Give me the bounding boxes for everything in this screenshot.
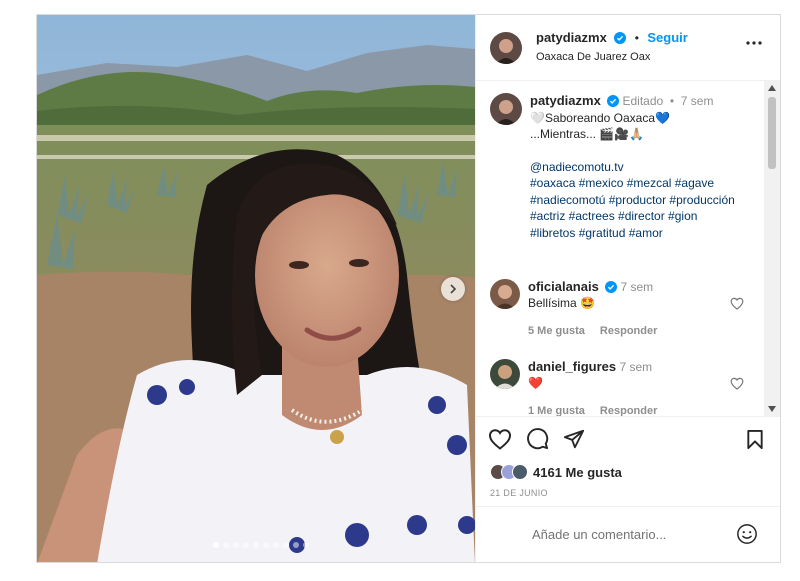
post-sidebar: patydiazmx • Seguir Oaxaca De Juarez Oax bbox=[475, 15, 780, 562]
paper-plane-icon bbox=[563, 429, 585, 448]
caption-hashtags[interactable]: #libretos #gratitud #amor bbox=[530, 225, 735, 242]
comment-text: Bellísima 🤩 bbox=[528, 296, 595, 310]
heart-icon[interactable] bbox=[730, 297, 744, 310]
post-header-meta: patydiazmx • Seguir Oaxaca De Juarez Oax bbox=[536, 29, 688, 66]
bookmark-icon bbox=[747, 429, 763, 450]
caption-hashtags[interactable]: #actriz #actrees #director #gion bbox=[530, 208, 735, 225]
comment-body: daniel_figures 7 sem ❤️ 1 Me gusta Respo… bbox=[528, 359, 750, 416]
post-header: patydiazmx • Seguir Oaxaca De Juarez Oax bbox=[476, 15, 780, 81]
caption-line: ...Mientras... 🎬🎥🙏🏼 bbox=[530, 127, 645, 141]
scroll-down-arrow-icon[interactable] bbox=[768, 406, 776, 412]
comment-body: oficialanais 7 sem Bellísima 🤩 5 Me gust… bbox=[528, 279, 750, 339]
comment-username[interactable]: daniel_figures bbox=[528, 359, 616, 374]
avatar[interactable] bbox=[490, 279, 520, 309]
separator-dot: • bbox=[634, 31, 639, 45]
carousel-dot bbox=[273, 542, 279, 548]
post-media[interactable] bbox=[37, 15, 475, 562]
chevron-right-icon bbox=[450, 284, 457, 294]
comment-time[interactable]: 7 sem bbox=[619, 360, 652, 374]
carousel-dot bbox=[283, 542, 289, 548]
carousel-dot bbox=[253, 542, 259, 548]
comment-time[interactable]: 7 sem bbox=[621, 280, 654, 294]
caption-text: patydiazmx Editado • 7 sem 🤍Saboreando O… bbox=[530, 93, 735, 242]
caption-hashtags[interactable]: #nadiecomotú #productor #producción bbox=[530, 192, 735, 209]
add-comment-bar bbox=[476, 506, 780, 562]
caption-username[interactable]: patydiazmx bbox=[530, 93, 601, 108]
avatar[interactable] bbox=[490, 359, 520, 389]
caption-time[interactable]: 7 sem bbox=[681, 94, 714, 108]
comment-actions: 5 Me gusta Responder bbox=[528, 323, 750, 339]
comment-input[interactable] bbox=[532, 527, 712, 542]
post-caption: patydiazmx Editado • 7 sem 🤍Saboreando O… bbox=[490, 93, 750, 241]
carousel-dot bbox=[233, 542, 239, 548]
verified-badge-icon bbox=[607, 95, 620, 107]
instagram-post: patydiazmx • Seguir Oaxaca De Juarez Oax bbox=[36, 14, 781, 563]
avatar[interactable] bbox=[490, 31, 522, 64]
comment-text: ❤️ bbox=[528, 376, 543, 390]
carousel-dot bbox=[223, 542, 229, 548]
comment-likes[interactable]: 5 Me gusta bbox=[528, 325, 585, 337]
heart-icon[interactable] bbox=[730, 377, 744, 390]
verified-badge-icon bbox=[614, 32, 627, 44]
comments-area[interactable]: patydiazmx Editado • 7 sem 🤍Saboreando O… bbox=[476, 81, 780, 416]
likes-row: 4161 Me gusta bbox=[476, 460, 780, 484]
post-photo bbox=[37, 15, 475, 562]
caption-hashtags[interactable]: #oaxaca #mexico #mezcal #agave bbox=[530, 175, 735, 192]
comment-username[interactable]: oficialanais bbox=[528, 279, 599, 294]
post-date[interactable]: 21 DE JUNIO bbox=[476, 484, 780, 506]
avatar[interactable] bbox=[512, 464, 528, 480]
avatar[interactable] bbox=[490, 93, 522, 125]
post-author-username[interactable]: patydiazmx bbox=[536, 30, 607, 45]
comment-actions: 1 Me gusta Responder bbox=[528, 403, 750, 416]
reply-button[interactable]: Responder bbox=[600, 405, 657, 416]
caption-line: 🤍Saboreando Oaxaca💙 bbox=[530, 110, 670, 125]
emoji-icon[interactable] bbox=[736, 523, 758, 545]
liker-avatars bbox=[490, 464, 528, 480]
reply-button[interactable]: Responder bbox=[600, 325, 657, 337]
heart-icon bbox=[488, 428, 512, 450]
comment-likes[interactable]: 1 Me gusta bbox=[528, 405, 585, 416]
next-slide-button[interactable] bbox=[441, 277, 465, 301]
caption-mention[interactable]: @nadiecomotu.tv bbox=[530, 159, 735, 176]
verified-badge-icon bbox=[605, 281, 618, 293]
comments-scroll: patydiazmx Editado • 7 sem 🤍Saboreando O… bbox=[476, 81, 764, 416]
carousel-dot bbox=[293, 542, 299, 548]
like-button[interactable] bbox=[488, 428, 512, 450]
comment: oficialanais 7 sem Bellísima 🤩 5 Me gust… bbox=[490, 279, 750, 339]
comment-icon bbox=[527, 428, 549, 450]
scrollbar-thumb[interactable] bbox=[768, 97, 776, 169]
carousel-indicator bbox=[213, 542, 309, 548]
likes-count[interactable]: 4161 Me gusta bbox=[533, 465, 622, 480]
save-button[interactable] bbox=[746, 429, 764, 455]
carousel-dot bbox=[243, 542, 249, 548]
more-horizontal-icon[interactable] bbox=[746, 41, 762, 45]
comments-scrollbar[interactable] bbox=[764, 81, 780, 416]
post-actions bbox=[476, 416, 780, 460]
carousel-dot bbox=[213, 542, 219, 548]
share-button[interactable] bbox=[563, 428, 585, 450]
follow-button[interactable]: Seguir bbox=[647, 30, 687, 45]
carousel-dot bbox=[263, 542, 269, 548]
comment: daniel_figures 7 sem ❤️ 1 Me gusta Respo… bbox=[490, 359, 750, 416]
post-location[interactable]: Oaxaca De Juarez Oax bbox=[536, 49, 688, 66]
scroll-up-arrow-icon[interactable] bbox=[768, 85, 776, 91]
comment-button[interactable] bbox=[526, 427, 549, 450]
carousel-dot bbox=[303, 542, 309, 548]
caption-edited: Editado bbox=[622, 94, 664, 108]
